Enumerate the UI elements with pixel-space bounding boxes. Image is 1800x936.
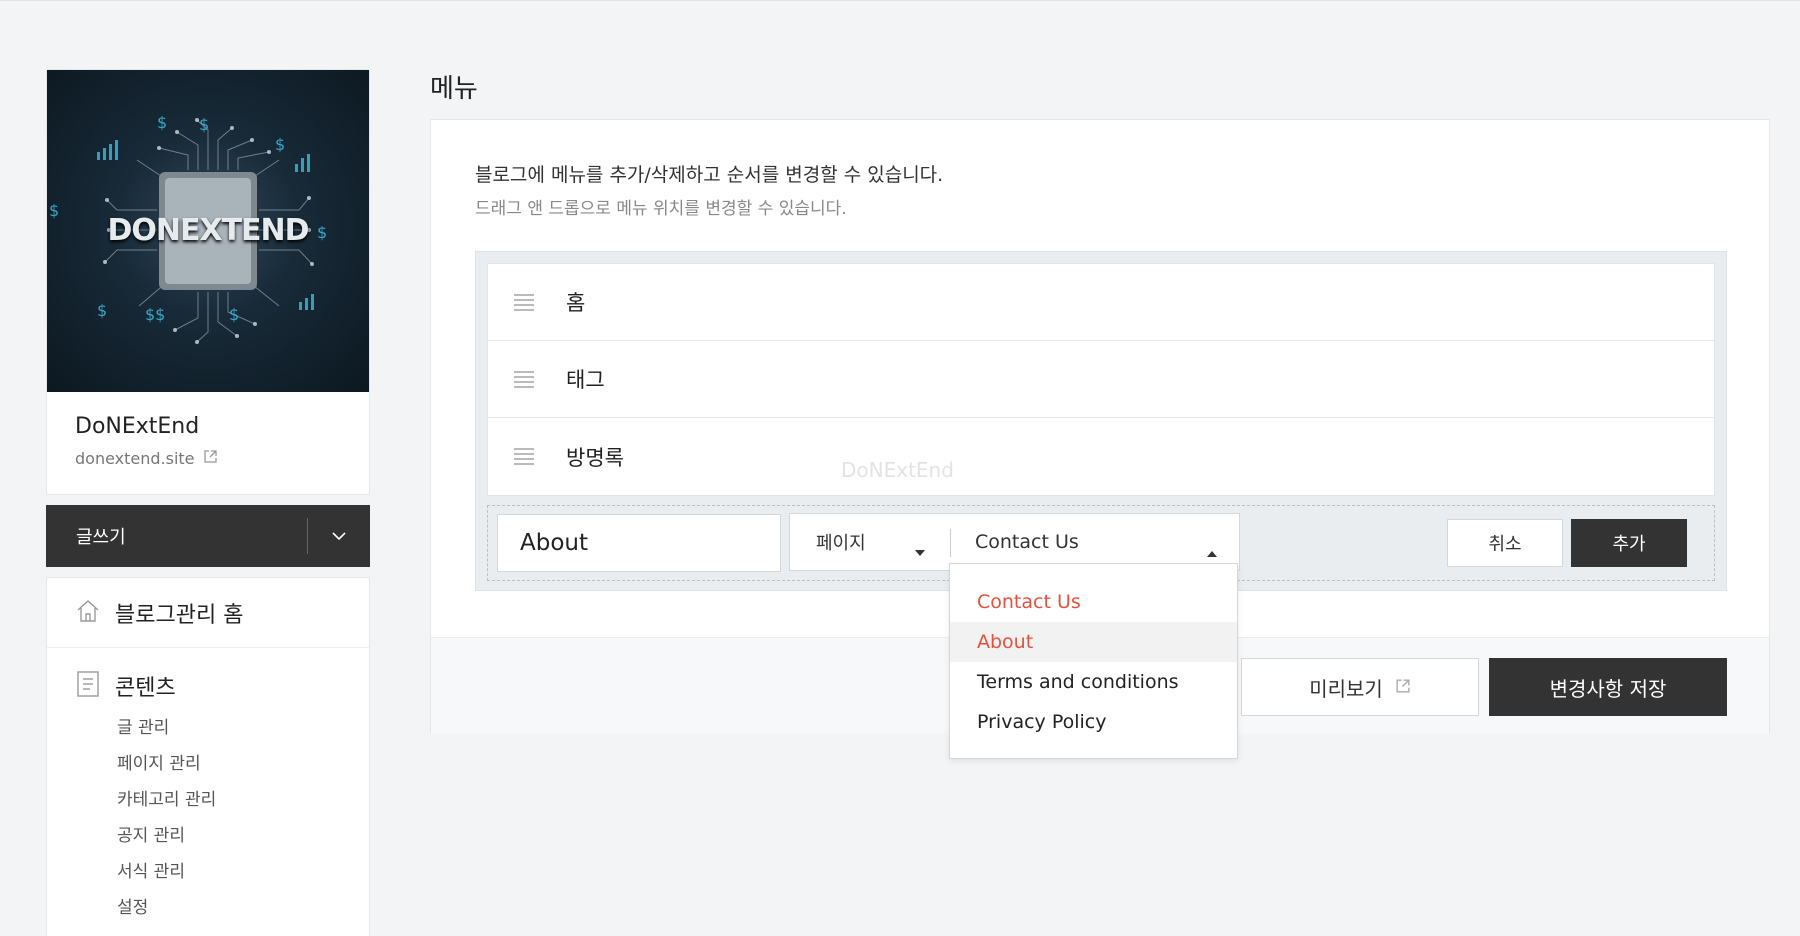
menu-item[interactable]: 태그 [488,341,1714,418]
external-link-icon[interactable] [203,449,218,468]
write-bar: 글쓰기 [46,505,370,567]
description-secondary: 드래그 앤 드롭으로 메뉴 위치를 변경할 수 있습니다. [475,199,847,219]
svg-text:$: $ [97,301,107,320]
blog-url-text[interactable]: donextend.site [75,449,195,468]
menu-item[interactable]: 홈 [488,264,1714,341]
menu-item[interactable]: 방명록 DoNExtEnd [488,418,1714,495]
description-primary: 블로그에 메뉴를 추가/삭제하고 순서를 변경할 수 있습니다. [475,164,944,186]
chevron-down-icon[interactable] [308,505,370,567]
blog-url-link[interactable]: donextend.site [75,449,341,468]
dropdown-option[interactable]: Privacy Policy [950,702,1237,742]
type-dropdown-value: 페이지 [816,533,866,554]
nav-item-page-management[interactable]: 페이지 관리 [117,746,369,782]
menu-editor: 홈 태그 방명록 DoNExtEnd 페이지 [475,251,1727,591]
nav-section-contents: 콘텐츠 글 관리 페이지 관리 카테고리 관리 공지 관리 서식 관리 설정 [47,648,369,926]
add-button[interactable]: 추가 [1571,519,1687,567]
menu-name-input[interactable] [497,514,781,572]
page-title: 메뉴 [430,74,478,104]
nav-item-category-management[interactable]: 카테고리 관리 [117,782,369,818]
svg-text:$$: $$ [145,305,165,324]
menu-item-label: 홈 [566,291,586,315]
nav-item-notice-management[interactable]: 공지 관리 [117,818,369,854]
type-dropdown[interactable]: 페이지 [790,514,950,570]
write-button[interactable]: 글쓰기 [46,523,307,549]
cancel-button[interactable]: 취소 [1447,519,1563,567]
home-icon [75,598,101,628]
nav-item-settings[interactable]: 설정 [117,890,369,926]
svg-text:$: $ [229,305,239,324]
drag-handle-icon[interactable] [514,370,534,388]
nav-home-label[interactable]: 블로그관리 홈 [115,597,243,629]
dropdown-option[interactable]: Contact Us [950,582,1237,622]
drag-handle-icon[interactable] [514,293,534,311]
page-dropdown-menu: Contact Us About Terms and conditions Pr… [949,563,1238,759]
dropdown-option[interactable]: Terms and conditions [950,662,1237,702]
page-dropdown-value: Contact Us [975,531,1079,553]
caret-down-icon [915,540,925,561]
page-dropdown[interactable]: Contact Us [951,514,1239,570]
nav-contents-items: 글 관리 페이지 관리 카테고리 관리 공지 관리 서식 관리 설정 [75,710,369,926]
save-changes-button[interactable]: 변경사항 저장 [1489,658,1727,716]
nav-contents-label[interactable]: 콘텐츠 [115,670,176,702]
svg-text:$: $ [199,115,209,134]
svg-text:$: $ [275,135,285,154]
menu-item-label: 방명록 [566,445,624,470]
svg-text:$: $ [157,113,167,132]
nav-home[interactable]: 블로그관리 홈 [47,578,369,648]
profile-card: $ $ $ $$ $ $ $ $ DONEXTEND DoNExtEnd donexten… [46,69,370,495]
sidebar: $ $ $ $$ $ $ $ $ DONEXTEND DoNExtEnd donexten… [46,69,370,936]
blog-logo-text: DONEXTEND [107,213,309,248]
blog-image[interactable]: $ $ $ $$ $ $ $ $ DONEXTEND [47,70,369,392]
watermark: DoNExtEnd [841,458,954,482]
top-border [0,0,1800,1]
menu-list: 홈 태그 방명록 DoNExtEnd [487,263,1715,496]
nav-item-template-management[interactable]: 서식 관리 [117,854,369,890]
blog-info: DoNExtEnd donextend.site [47,392,369,494]
dropdown-option[interactable]: About [950,622,1237,662]
nav-contents-header[interactable]: 콘텐츠 [75,670,369,702]
nav-item-post-management[interactable]: 글 관리 [117,710,369,746]
preview-button[interactable]: 미리보기 [1241,658,1479,716]
admin-nav: 블로그관리 홈 콘텐츠 글 관리 페이지 관리 카테고리 관리 공지 관리 서식… [46,577,370,936]
preview-label: 미리보기 [1309,676,1383,701]
document-icon [75,670,101,702]
external-link-icon [1395,675,1411,699]
caret-up-icon [1207,540,1217,562]
menu-item-label: 태그 [566,368,605,392]
drag-handle-icon[interactable] [514,448,534,465]
blog-name: DoNExtEnd [75,414,200,439]
